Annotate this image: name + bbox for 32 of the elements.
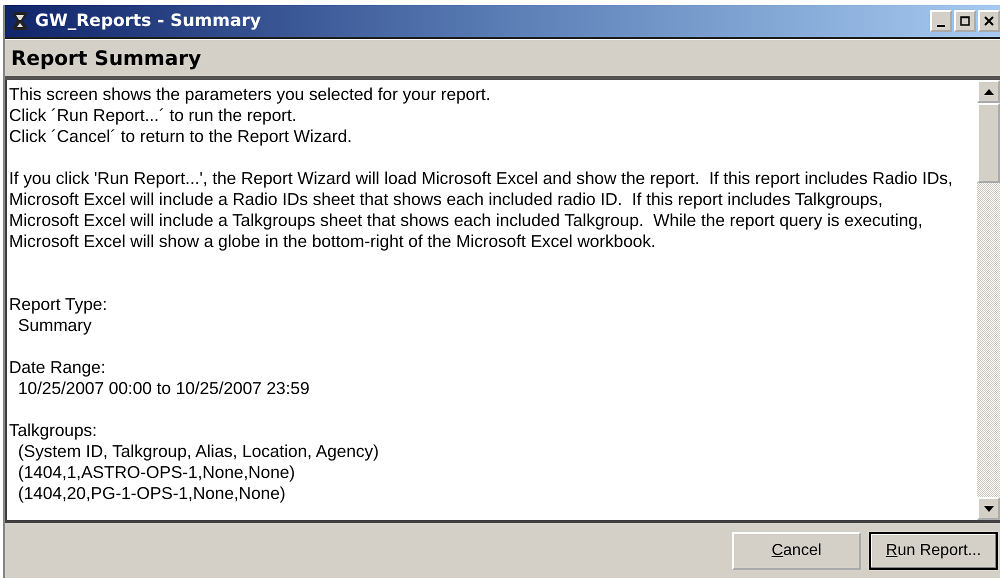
scroll-down-button[interactable] xyxy=(977,497,1000,520)
instruction-text: Click ´Cancel´ to return to the Report Wizard. xyxy=(9,126,352,147)
minimize-icon xyxy=(937,25,945,27)
scroll-thumb[interactable] xyxy=(977,103,1000,183)
vertical-scrollbar[interactable] xyxy=(977,80,1000,520)
parameter-value: 10/25/2007 00:00 to 10/25/2007 23:59 xyxy=(17,378,310,399)
notice-text: Microsoft Excel will show a globe in the bottom-right of the Microsoft Excel workbook. xyxy=(9,231,656,252)
parameter-value: (1404,1,ASTRO-OPS-1,None,None) xyxy=(17,462,296,483)
header-title: Report Summary xyxy=(11,46,202,70)
notice-text: If you click 'Run Report...', the Report Wizard will load Microsoft Excel and show the report. If this report includes Radio IDs, xyxy=(9,168,953,189)
close-button[interactable] xyxy=(978,10,1000,32)
down-arrow-icon xyxy=(984,506,994,512)
maximize-icon xyxy=(960,16,970,26)
run-report-button[interactable]: Run Report... xyxy=(869,532,998,570)
notice-text: Microsoft Excel will include a Radio IDs sheet that shows each included radio ID. If this report includes Talkgroups, xyxy=(9,189,883,210)
parameter-label: Report Type: xyxy=(9,294,108,315)
parameter-value: (System ID, Talkgroup, Alias, Location, Agency) xyxy=(17,441,379,462)
close-icon xyxy=(984,16,994,26)
cancel-button[interactable]: Cancel xyxy=(732,532,861,570)
hourglass-icon xyxy=(11,11,29,31)
scroll-up-button[interactable] xyxy=(977,80,1000,103)
parameter-label: Talkgroups: xyxy=(9,420,97,441)
parameter-label: Date Range: xyxy=(9,357,106,378)
parameter-value: Summary xyxy=(17,315,92,336)
up-arrow-icon xyxy=(984,88,994,94)
instruction-text: This screen shows the parameters you selected for your report. xyxy=(9,84,490,105)
instruction-text: Click ´Run Report...´ to run the report. xyxy=(9,105,297,126)
minimize-button[interactable] xyxy=(930,10,952,32)
maximize-button[interactable] xyxy=(954,10,976,32)
notice-text: Microsoft Excel will include a Talkgroups sheet that shows each included Talkgroup. While the report query is executing, xyxy=(9,210,923,231)
parameter-value: (1404,20,PG-1-OPS-1,None,None) xyxy=(17,483,286,504)
window-title: GW_Reports - Summary xyxy=(35,11,262,31)
